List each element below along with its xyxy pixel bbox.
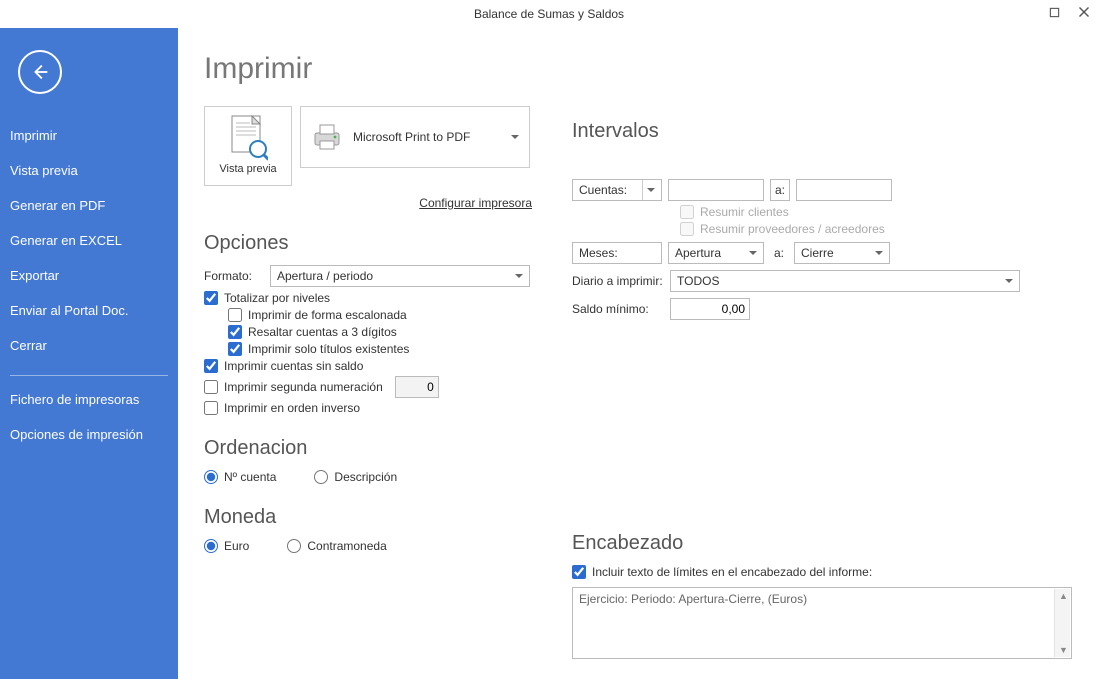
diario-select[interactable]: TODOS: [670, 270, 1020, 292]
check-orden-inverso-input[interactable]: [204, 401, 218, 415]
sidebar-item-cerrar[interactable]: Cerrar: [0, 328, 178, 363]
check-resaltar3-input[interactable]: [228, 325, 242, 339]
sidebar-item-label: Exportar: [10, 268, 59, 283]
sidebar-item-imprimir[interactable]: Imprimir: [0, 118, 178, 153]
sidebar-item-label: Opciones de impresión: [10, 427, 143, 442]
radio-descripcion[interactable]: Descripción: [314, 470, 397, 484]
diario-label: Diario a imprimir:: [572, 274, 670, 288]
sidebar-item-enviar-portal[interactable]: Enviar al Portal Doc.: [0, 293, 178, 328]
title-bar: Balance de Sumas y Saldos: [0, 0, 1098, 28]
mes-to-select[interactable]: Cierre: [794, 242, 890, 264]
check-resumir-clientes: Resumir clientes: [680, 205, 1072, 219]
sidebar-item-label: Enviar al Portal Doc.: [10, 303, 129, 318]
section-encabezado: Encabezado: [572, 532, 1072, 555]
formato-value: Apertura / periodo: [277, 269, 373, 283]
scrollbar[interactable]: ▲ ▼: [1054, 589, 1070, 657]
check-totalizar-input[interactable]: [204, 291, 218, 305]
formato-select[interactable]: Apertura / periodo: [270, 265, 530, 287]
sidebar-item-label: Imprimir: [10, 128, 57, 143]
sidebar-item-label: Generar en PDF: [10, 198, 105, 213]
configure-printer-link[interactable]: Configurar impresora: [204, 196, 532, 210]
check-segunda-num-input[interactable]: [204, 380, 218, 394]
chevron-down-icon: [511, 135, 519, 139]
printer-icon: [311, 123, 343, 151]
check-totalizar[interactable]: Totalizar por niveles: [204, 291, 532, 305]
back-button[interactable]: [18, 50, 62, 94]
radio-contramoneda[interactable]: Contramoneda: [287, 539, 386, 553]
section-intervalos: Intervalos: [572, 120, 1072, 143]
chevron-down-icon: [647, 188, 655, 192]
sidebar-item-fichero-impresoras[interactable]: Fichero de impresoras: [0, 382, 178, 417]
check-escalonada[interactable]: Imprimir de forma escalonada: [228, 308, 532, 322]
radio-euro-input[interactable]: [204, 539, 218, 553]
header-textarea[interactable]: Ejercicio: Periodo: Apertura-Cierre, (Eu…: [572, 587, 1072, 659]
sidebar-item-label: Generar en EXCEL: [10, 233, 122, 248]
check-resumir-prov: Resumir proveedores / acreedores: [680, 222, 1072, 236]
chevron-down-icon: [749, 251, 757, 255]
check-sin-saldo[interactable]: Imprimir cuentas sin saldo: [204, 359, 532, 373]
segunda-num-input[interactable]: [395, 376, 439, 398]
meses-label-box[interactable]: Meses:: [572, 242, 662, 264]
check-escalonada-input[interactable]: [228, 308, 242, 322]
a-label-2: a:: [770, 246, 788, 260]
printer-name: Microsoft Print to PDF: [353, 130, 519, 144]
check-incluir-texto-input[interactable]: [572, 565, 586, 579]
radio-n-cuenta-input[interactable]: [204, 470, 218, 484]
check-resaltar3[interactable]: Resaltar cuentas a 3 dígitos: [228, 325, 532, 339]
saldo-min-input[interactable]: [670, 298, 750, 320]
sidebar-item-label: Fichero de impresoras: [10, 392, 139, 407]
header-text-content: Ejercicio: Periodo: Apertura-Cierre, (Eu…: [579, 592, 807, 606]
mes-from-select[interactable]: Apertura: [668, 242, 764, 264]
radio-descripcion-input[interactable]: [314, 470, 328, 484]
sidebar-item-vista-previa[interactable]: Vista previa: [0, 153, 178, 188]
radio-n-cuenta[interactable]: Nº cuenta: [204, 470, 276, 484]
scroll-up-icon[interactable]: ▲: [1059, 591, 1068, 601]
formato-label: Formato:: [204, 269, 264, 283]
radio-contramoneda-input[interactable]: [287, 539, 301, 553]
scroll-down-icon[interactable]: ▼: [1059, 645, 1068, 655]
check-incluir-texto[interactable]: Incluir texto de límites en el encabezad…: [572, 565, 1072, 579]
chevron-down-icon: [515, 274, 523, 278]
check-sin-saldo-input[interactable]: [204, 359, 218, 373]
page-title: Imprimir: [204, 52, 532, 86]
check-resumir-prov-input: [680, 222, 694, 236]
check-segunda-num[interactable]: Imprimir segunda numeración: [204, 376, 532, 398]
cuentas-to-input[interactable]: [796, 179, 892, 201]
sidebar-separator: [10, 375, 168, 376]
check-resumir-clientes-input: [680, 205, 694, 219]
sidebar: Imprimir Vista previa Generar en PDF Gen…: [0, 28, 178, 679]
check-solo-titulos-input[interactable]: [228, 342, 242, 356]
sidebar-item-opciones-impresion[interactable]: Opciones de impresión: [0, 417, 178, 452]
check-orden-inverso[interactable]: Imprimir en orden inverso: [204, 401, 532, 415]
document-preview-icon: [228, 115, 268, 161]
radio-euro[interactable]: Euro: [204, 539, 249, 553]
vista-previa-button[interactable]: Vista previa: [204, 106, 292, 186]
section-opciones: Opciones: [204, 232, 532, 255]
window-close-icon[interactable]: [1076, 4, 1092, 20]
window-restore-icon[interactable]: [1046, 4, 1062, 20]
sidebar-item-generar-excel[interactable]: Generar en EXCEL: [0, 223, 178, 258]
sidebar-item-generar-pdf[interactable]: Generar en PDF: [0, 188, 178, 223]
sidebar-item-exportar[interactable]: Exportar: [0, 258, 178, 293]
check-solo-titulos[interactable]: Imprimir solo títulos existentes: [228, 342, 532, 356]
section-ordenacion: Ordenacion: [204, 437, 532, 460]
cuentas-from-input[interactable]: [668, 179, 764, 201]
saldo-min-label: Saldo mínimo:: [572, 302, 670, 316]
sidebar-item-label: Vista previa: [10, 163, 78, 178]
sidebar-item-label: Cerrar: [10, 338, 47, 353]
cuentas-selector[interactable]: Cuentas:: [572, 179, 662, 201]
window-title: Balance de Sumas y Saldos: [474, 7, 624, 21]
section-moneda: Moneda: [204, 506, 532, 529]
chevron-down-icon: [1005, 279, 1013, 283]
chevron-down-icon: [875, 251, 883, 255]
a-label: a:: [770, 179, 790, 201]
printer-selector[interactable]: Microsoft Print to PDF: [300, 106, 530, 168]
vista-previa-label: Vista previa: [219, 163, 276, 175]
